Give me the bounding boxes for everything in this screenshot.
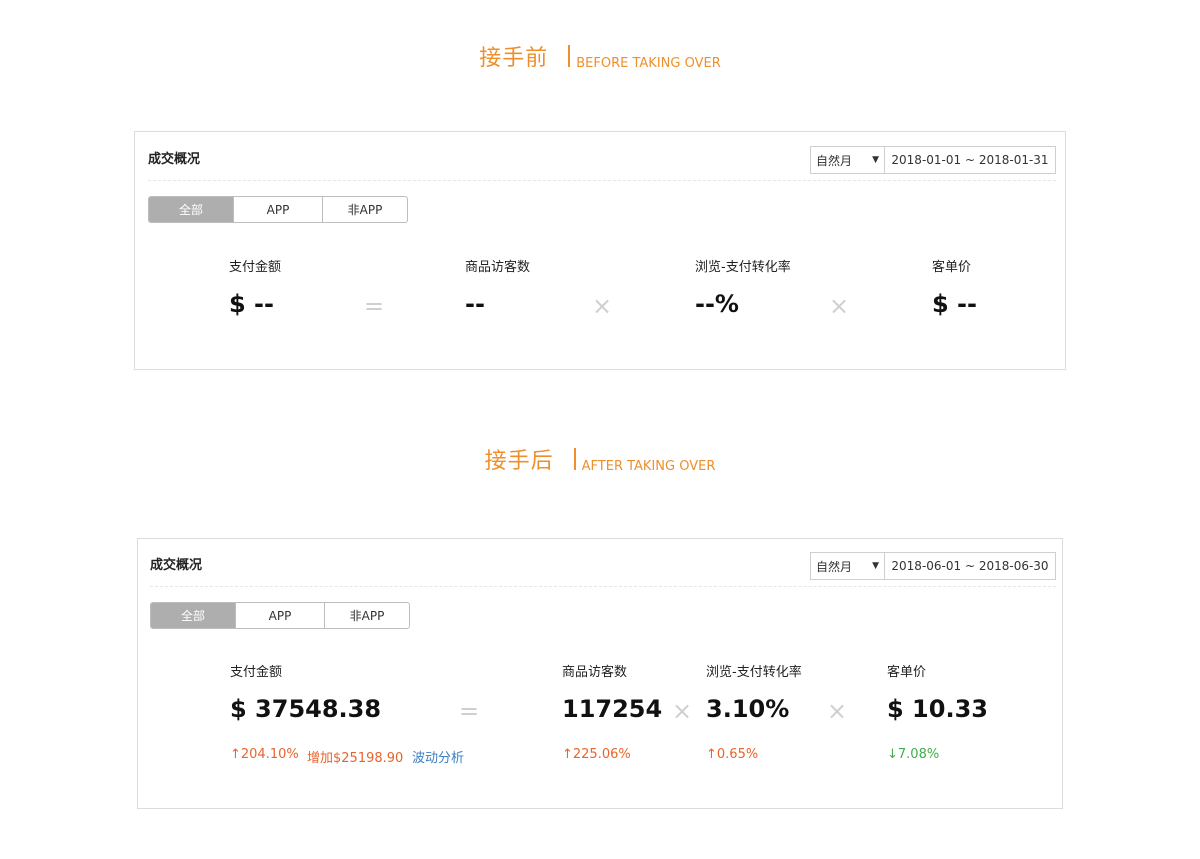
period-select-value: 自然月 xyxy=(816,153,853,168)
metric-label-visitors: 商品访客数 xyxy=(562,665,628,680)
after-overview-panel: 成交概况 自然月 ▼ 2018-06-01 ~ 2018-06-30 全部 AP… xyxy=(137,538,1063,809)
before-overview-panel: 成交概况 自然月 ▼ 2018-01-01 ~ 2018-01-31 全部 AP… xyxy=(134,131,1066,370)
metric-label-payment: 支付金额 xyxy=(229,260,282,275)
metric-value-payment: $ 37548.38 xyxy=(230,695,382,723)
tab-app[interactable]: APP xyxy=(235,603,324,628)
channel-tabs: 全部 APP 非APP xyxy=(148,196,408,223)
panel-title: 成交概况 xyxy=(148,152,201,167)
channel-tabs: 全部 APP 非APP xyxy=(150,602,410,629)
tab-non-app[interactable]: 非APP xyxy=(322,197,407,222)
tab-app[interactable]: APP xyxy=(233,197,322,222)
divider xyxy=(150,586,1056,587)
payment-increase: 增加$25198.90 xyxy=(307,751,404,766)
date-range-input[interactable]: 2018-06-01 ~ 2018-06-30 xyxy=(885,553,1055,579)
equals-operator: = xyxy=(459,697,480,725)
tab-all[interactable]: 全部 xyxy=(151,603,235,628)
conversion-change: ↑0.65% xyxy=(706,747,759,762)
metric-label-conversion: 浏览-支付转化率 xyxy=(706,665,802,680)
metric-value-payment: $ -- xyxy=(229,290,274,318)
fluctuation-analysis-link[interactable]: 波动分析 xyxy=(412,747,464,766)
after-heading: 接手后 AFTER TAKING OVER xyxy=(0,443,1200,475)
times-operator: × xyxy=(672,697,693,725)
date-filter: 自然月 ▼ 2018-01-01 ~ 2018-01-31 xyxy=(810,146,1056,174)
metric-value-visitors: -- xyxy=(465,290,485,318)
caret-down-icon: ▼ xyxy=(872,561,879,571)
metric-value-conversion: 3.10% xyxy=(706,695,790,723)
date-range-input[interactable]: 2018-01-01 ~ 2018-01-31 xyxy=(885,147,1055,173)
metric-value-avg-order: $ 10.33 xyxy=(887,695,988,723)
heading-divider xyxy=(568,45,571,67)
metric-label-avg-order: 客单价 xyxy=(887,665,927,680)
metric-label-conversion: 浏览-支付转化率 xyxy=(695,260,791,275)
visitors-change: ↑225.06% xyxy=(562,747,631,762)
tab-non-app[interactable]: 非APP xyxy=(324,603,409,628)
period-select-value: 自然月 xyxy=(816,559,853,574)
times-operator: × xyxy=(592,292,613,320)
payment-change: ↑204.10% xyxy=(230,747,299,762)
after-heading-en: AFTER TAKING OVER xyxy=(581,459,716,474)
metric-label-avg-order: 客单价 xyxy=(932,260,972,275)
heading-divider xyxy=(573,448,576,470)
period-select[interactable]: 自然月 ▼ xyxy=(811,553,885,579)
metric-value-avg-order: $ -- xyxy=(932,290,977,318)
metric-label-payment: 支付金额 xyxy=(230,665,283,680)
after-heading-cn: 接手后 xyxy=(484,449,554,474)
before-heading: 接手前 BEFORE TAKING OVER xyxy=(0,40,1200,72)
divider xyxy=(148,180,1056,181)
date-filter: 自然月 ▼ 2018-06-01 ~ 2018-06-30 xyxy=(810,552,1056,580)
before-heading-en: BEFORE TAKING OVER xyxy=(576,56,721,71)
times-operator: × xyxy=(829,292,850,320)
avg-order-change: ↓7.08% xyxy=(887,747,940,762)
tab-all[interactable]: 全部 xyxy=(149,197,233,222)
period-select[interactable]: 自然月 ▼ xyxy=(811,147,885,173)
caret-down-icon: ▼ xyxy=(872,155,879,165)
metric-label-visitors: 商品访客数 xyxy=(465,260,531,275)
metric-value-visitors: 117254 xyxy=(562,695,663,723)
times-operator: × xyxy=(827,697,848,725)
before-heading-cn: 接手前 xyxy=(479,46,549,71)
panel-title: 成交概况 xyxy=(150,558,203,573)
metric-value-conversion: --% xyxy=(695,290,739,318)
equals-operator: = xyxy=(364,292,385,320)
